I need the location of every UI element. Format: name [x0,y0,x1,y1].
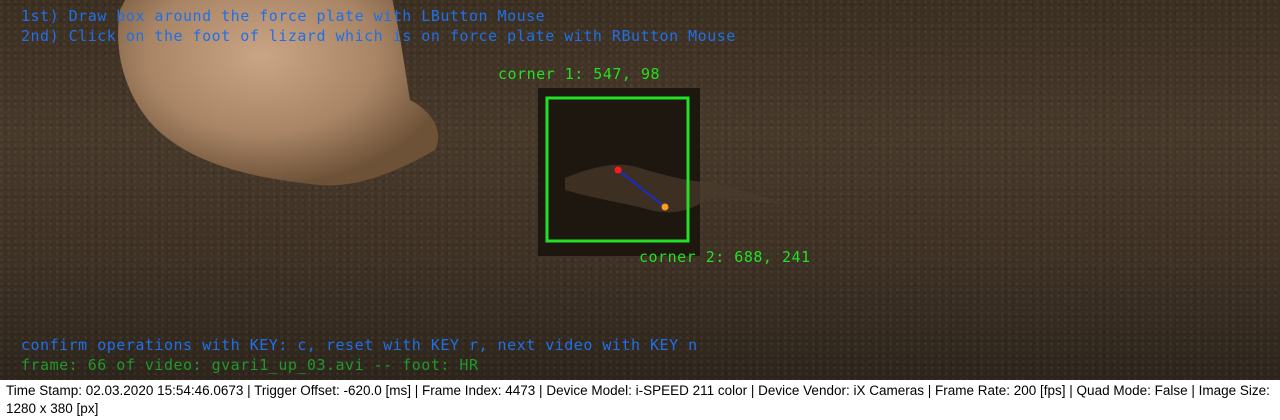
foot-point-marker[interactable] [614,166,622,174]
corner-1-label: corner 1: 547, 98 [498,65,661,83]
status-bar-text: Time Stamp: 02.03.2020 15:54:46.0673 | T… [6,383,1270,416]
status-bar: Time Stamp: 02.03.2020 15:54:46.0673 | T… [0,380,1280,420]
instruction-line-2: 2nd) Click on the foot of lizard which i… [21,27,736,45]
corner-2-label: corner 2: 688, 241 [639,248,811,266]
second-point-marker[interactable] [661,203,669,211]
annotation-overlay [538,88,790,256]
video-frame-viewport[interactable]: 1st) Draw box around the force plate wit… [0,0,1280,380]
confirm-instructions: confirm operations with KEY: c, reset wi… [21,336,698,354]
instruction-line-1: 1st) Draw box around the force plate wit… [21,7,546,25]
frame-info: frame: 66 of video: gvari1_up_03.avi -- … [21,356,479,374]
